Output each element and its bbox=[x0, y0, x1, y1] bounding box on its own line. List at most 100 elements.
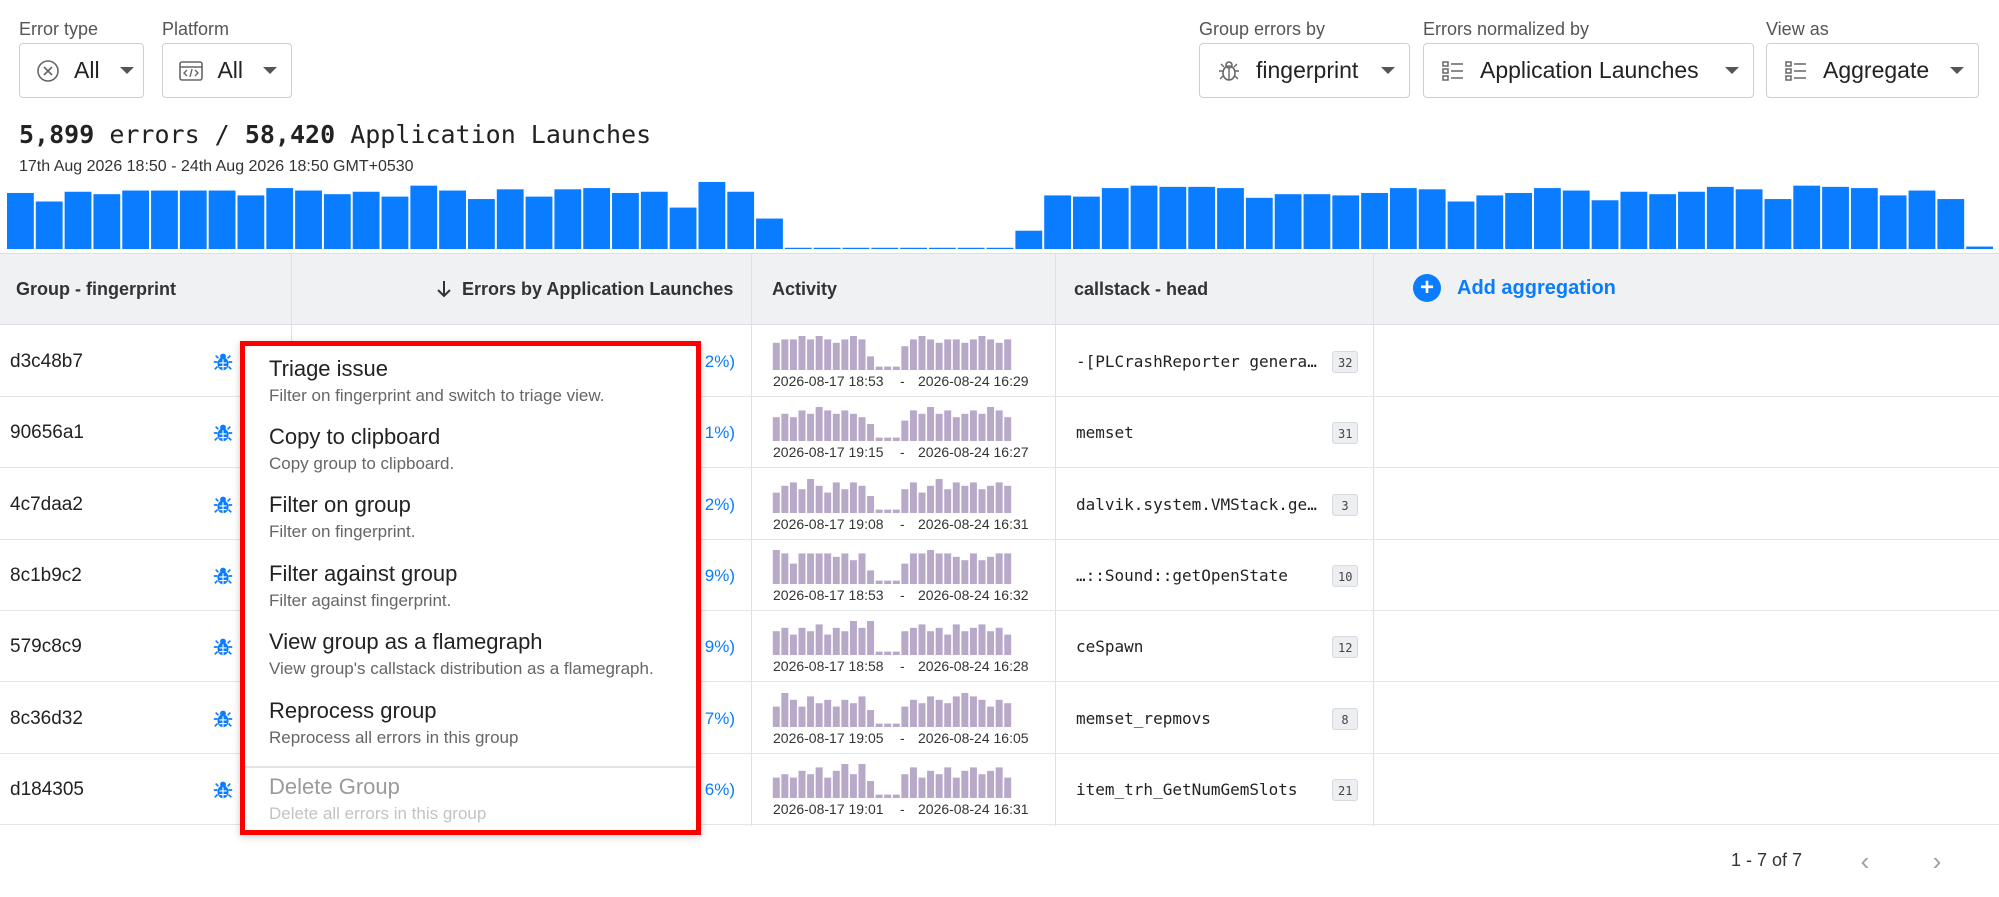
histogram-bar[interactable] bbox=[1793, 185, 1821, 249]
group-fingerprint[interactable]: 579c8c9 bbox=[10, 611, 82, 682]
histogram-bar[interactable] bbox=[583, 188, 611, 249]
histogram-bar[interactable] bbox=[1245, 197, 1273, 249]
histogram-bar[interactable] bbox=[352, 191, 380, 249]
histogram-bar[interactable] bbox=[1649, 194, 1677, 249]
histogram-bar[interactable] bbox=[7, 192, 34, 249]
histogram-bar[interactable] bbox=[1620, 191, 1648, 249]
bug-icon[interactable] bbox=[212, 708, 234, 730]
histogram-bar[interactable] bbox=[496, 189, 524, 249]
histogram-bar[interactable] bbox=[323, 194, 351, 249]
view-as-dropdown[interactable]: Aggregate bbox=[1766, 43, 1979, 98]
histogram-bar[interactable] bbox=[93, 194, 121, 249]
histogram-bar[interactable] bbox=[1015, 230, 1043, 249]
menu-item-copy[interactable]: Copy to clipboard Copy group to clipboar… bbox=[245, 422, 696, 476]
callstack-head[interactable]: ceSpawn bbox=[1076, 611, 1321, 682]
histogram-bar[interactable] bbox=[1534, 188, 1561, 249]
histogram-bar[interactable] bbox=[1706, 186, 1734, 249]
histogram-bar[interactable] bbox=[1073, 196, 1100, 249]
histogram-bar[interactable] bbox=[122, 190, 150, 249]
group-fingerprint[interactable]: 4c7daa2 bbox=[10, 469, 83, 540]
callstack-head[interactable]: -[PLCrashReporter genera… bbox=[1076, 326, 1321, 397]
column-header-activity[interactable]: Activity bbox=[772, 254, 837, 324]
histogram-bar[interactable] bbox=[871, 247, 899, 249]
activity-sparkline[interactable] bbox=[772, 405, 1012, 442]
next-page-button[interactable]: › bbox=[1926, 848, 1948, 875]
histogram-bar[interactable] bbox=[1044, 195, 1072, 249]
histogram-bar[interactable] bbox=[1476, 195, 1504, 249]
callstack-head[interactable]: item_trh_GetNumGemSlots bbox=[1076, 754, 1321, 825]
histogram-bar[interactable] bbox=[237, 195, 265, 249]
histogram-bar[interactable] bbox=[266, 188, 294, 249]
histogram-bar[interactable] bbox=[151, 190, 178, 249]
activity-sparkline[interactable] bbox=[772, 477, 1012, 513]
histogram-bar[interactable] bbox=[410, 185, 438, 249]
activity-sparkline[interactable] bbox=[772, 762, 1012, 798]
histogram-bar[interactable] bbox=[208, 190, 236, 249]
histogram-bar[interactable] bbox=[1764, 199, 1792, 249]
histogram-bar[interactable] bbox=[381, 196, 409, 249]
bug-icon[interactable] bbox=[212, 494, 234, 516]
bug-icon[interactable] bbox=[212, 351, 234, 373]
group-fingerprint[interactable]: 8c36d32 bbox=[10, 683, 83, 754]
histogram-bar[interactable] bbox=[467, 199, 495, 249]
histogram-bar[interactable] bbox=[756, 218, 783, 249]
histogram-bar[interactable] bbox=[64, 191, 92, 249]
bug-icon[interactable] bbox=[212, 779, 234, 801]
callstack-head[interactable]: memset bbox=[1076, 397, 1321, 468]
histogram-bar[interactable] bbox=[1908, 190, 1936, 249]
histogram-bar[interactable] bbox=[1879, 195, 1907, 249]
column-header-callstack[interactable]: callstack - head bbox=[1074, 254, 1208, 324]
histogram-bar[interactable] bbox=[1332, 195, 1360, 249]
histogram-bar[interactable] bbox=[1822, 186, 1849, 249]
histogram-bar[interactable] bbox=[1591, 200, 1619, 249]
histogram-bar[interactable] bbox=[813, 247, 841, 249]
callstack-head[interactable]: memset_repmovs bbox=[1076, 683, 1321, 754]
group-by-dropdown[interactable]: fingerprint bbox=[1199, 43, 1410, 98]
bug-icon[interactable] bbox=[212, 636, 234, 658]
histogram-bar[interactable] bbox=[1735, 189, 1763, 249]
histogram-bar[interactable] bbox=[900, 247, 927, 249]
histogram-bar[interactable] bbox=[1389, 188, 1417, 249]
platform-dropdown[interactable]: All bbox=[162, 43, 292, 98]
histogram-bar[interactable] bbox=[928, 247, 956, 249]
column-header-group[interactable]: Group - fingerprint bbox=[16, 254, 176, 324]
menu-item-reprocess[interactable]: Reprocess group Reprocess all errors in … bbox=[245, 696, 696, 750]
histogram-bar[interactable] bbox=[1447, 201, 1475, 249]
histogram-bar[interactable] bbox=[179, 190, 207, 249]
histogram-bar[interactable] bbox=[1562, 190, 1590, 249]
histogram-bar[interactable] bbox=[957, 247, 985, 249]
histogram-bar[interactable] bbox=[698, 182, 726, 249]
error-histogram[interactable] bbox=[6, 180, 1994, 249]
histogram-bar[interactable] bbox=[1274, 194, 1302, 249]
menu-item-filter-against[interactable]: Filter against group Filter against fing… bbox=[245, 559, 696, 613]
histogram-bar[interactable] bbox=[1678, 191, 1705, 249]
bug-icon[interactable] bbox=[212, 565, 234, 587]
callstack-head[interactable]: …::Sound::getOpenState bbox=[1076, 540, 1321, 611]
group-fingerprint[interactable]: 90656a1 bbox=[10, 397, 84, 468]
menu-item-flamegraph[interactable]: View group as a flamegraph View group's … bbox=[245, 627, 696, 681]
normalized-by-dropdown[interactable]: Application Launches bbox=[1423, 43, 1754, 98]
histogram-bar[interactable] bbox=[35, 201, 63, 249]
prev-page-button[interactable]: ‹ bbox=[1854, 848, 1876, 875]
histogram-bar[interactable] bbox=[1303, 194, 1331, 249]
histogram-bar[interactable] bbox=[1361, 192, 1388, 249]
bug-icon[interactable] bbox=[212, 422, 234, 444]
histogram-bar[interactable] bbox=[295, 190, 322, 249]
histogram-bar[interactable] bbox=[1966, 246, 1993, 249]
error-type-dropdown[interactable]: All bbox=[19, 43, 144, 98]
group-fingerprint[interactable]: d3c48b7 bbox=[10, 326, 83, 397]
histogram-bar[interactable] bbox=[640, 191, 668, 249]
column-header-errors[interactable]: Errors by Application Launches bbox=[436, 254, 733, 324]
histogram-bar[interactable] bbox=[1130, 185, 1158, 249]
menu-item-filter-on[interactable]: Filter on group Filter on fingerprint. bbox=[245, 490, 696, 544]
histogram-bar[interactable] bbox=[1937, 199, 1965, 249]
activity-sparkline[interactable] bbox=[772, 334, 1012, 370]
menu-item-triage[interactable]: Triage issue Filter on fingerprint and s… bbox=[245, 354, 696, 408]
callstack-head[interactable]: dalvik.system.VMStack.ge… bbox=[1076, 469, 1321, 540]
activity-sparkline[interactable] bbox=[772, 548, 1012, 584]
histogram-bar[interactable] bbox=[727, 191, 755, 249]
histogram-bar[interactable] bbox=[1159, 186, 1187, 249]
histogram-bar[interactable] bbox=[1188, 186, 1216, 249]
histogram-bar[interactable] bbox=[1101, 188, 1129, 249]
histogram-bar[interactable] bbox=[669, 207, 697, 249]
